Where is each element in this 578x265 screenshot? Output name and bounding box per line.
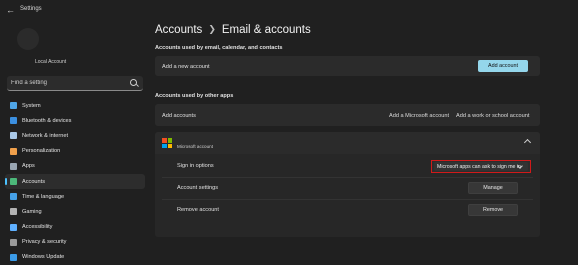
- sidebar-item-bluetooth-devices[interactable]: Bluetooth & devices: [5, 113, 145, 128]
- ms-logo-square: [162, 143, 167, 148]
- sidebar-item-label: Privacy & security: [22, 239, 67, 246]
- search-box[interactable]: [7, 76, 143, 91]
- divider: [162, 177, 533, 178]
- wifi-icon: [10, 132, 17, 140]
- search-icon[interactable]: [130, 79, 137, 86]
- ms-logo-square: [162, 138, 167, 143]
- sidebar: Local Account System Bluetooth & devices N…: [0, 22, 150, 261]
- account-settings-row: Account settings Manage: [155, 179, 540, 197]
- sign-in-options-label: Sign in options: [177, 163, 214, 169]
- sign-in-options-dropdown[interactable]: Microsoft apps can ask to sign me in: [431, 160, 531, 173]
- sidebar-item-label: Gaming: [22, 208, 42, 215]
- sidebar-item-label: Personalization: [22, 148, 61, 155]
- add-microsoft-account-button[interactable]: Add a Microsoft account: [389, 113, 449, 119]
- globe-clock-icon: [10, 193, 17, 201]
- sidebar-item-personalization[interactable]: Personalization: [5, 144, 145, 159]
- add-accounts-label: Add accounts: [162, 113, 196, 119]
- microsoft-account-card: Microsoft account Sign in options Micros…: [155, 132, 540, 237]
- microsoft-logo-icon: [162, 138, 172, 148]
- add-account-button[interactable]: Add account: [478, 60, 528, 72]
- apps-icon: [10, 162, 17, 170]
- chevron-right-icon: ❯: [208, 24, 216, 34]
- back-arrow-icon[interactable]: ←: [6, 5, 15, 15]
- sidebar-item-windows-update[interactable]: Windows Update: [5, 250, 145, 265]
- search-input[interactable]: [11, 79, 121, 87]
- app-title: Settings: [20, 6, 42, 12]
- sidebar-item-network-internet[interactable]: Network & internet: [5, 128, 145, 143]
- add-new-account-label: Add a new account: [162, 64, 210, 70]
- email-section-heading: Accounts used by email, calendar, and co…: [155, 45, 283, 51]
- sidebar-item-time-language[interactable]: Time & language: [5, 189, 145, 204]
- sidebar-item-label: Accessibility: [22, 224, 53, 231]
- ms-logo-square: [167, 138, 172, 143]
- sidebar-nav: System Bluetooth & devices Network & inter…: [5, 98, 145, 265]
- sign-in-options-row: Sign in options Microsoft apps can ask t…: [155, 157, 540, 175]
- ms-logo-square: [167, 143, 172, 148]
- add-work-school-account-button[interactable]: Add a work or school account: [456, 113, 529, 119]
- bluetooth-icon: [10, 117, 17, 125]
- shield-icon: [10, 238, 17, 246]
- breadcrumb-parent[interactable]: Accounts: [155, 24, 202, 36]
- sidebar-item-system[interactable]: System: [5, 98, 145, 113]
- remove-account-label: Remove account: [177, 207, 219, 213]
- other-apps-section-heading: Accounts used by other apps: [155, 93, 234, 99]
- remove-button[interactable]: Remove: [468, 204, 518, 216]
- account-name: Local Account: [35, 59, 67, 65]
- sidebar-item-accessibility[interactable]: Accessibility: [5, 220, 145, 235]
- update-icon: [10, 253, 17, 261]
- add-accounts-card: Add accounts Add a Microsoft account Add…: [155, 104, 540, 126]
- add-new-account-card: Add a new account Add account: [155, 56, 540, 76]
- chevron-up-icon[interactable]: [523, 138, 532, 147]
- divider: [162, 199, 533, 200]
- sidebar-item-label: Bluetooth & devices: [22, 117, 72, 124]
- person-icon: [10, 178, 17, 186]
- sidebar-item-accounts[interactable]: Accounts: [5, 173, 145, 190]
- page-title: Email & accounts: [221, 24, 311, 36]
- monitor-icon: [10, 102, 17, 110]
- remove-account-row: Remove account Remove: [155, 201, 540, 219]
- sidebar-item-label: Time & language: [22, 193, 65, 200]
- sidebar-item-label: Network & internet: [22, 132, 69, 139]
- accessibility-icon: [10, 223, 17, 231]
- avatar[interactable]: [17, 28, 39, 50]
- sidebar-item-label: Windows Update: [22, 254, 65, 261]
- brush-icon: [10, 147, 17, 155]
- microsoft-account-header[interactable]: Microsoft account: [155, 132, 540, 154]
- sidebar-item-gaming[interactable]: Gaming: [5, 204, 145, 219]
- sidebar-item-label: Apps: [22, 163, 35, 170]
- main-content: Accounts ❯ Email & accounts Accounts used …: [155, 22, 545, 250]
- controller-icon: [10, 208, 17, 216]
- sidebar-item-privacy-security[interactable]: Privacy & security: [5, 235, 145, 250]
- microsoft-account-title: Microsoft account: [177, 144, 213, 149]
- sidebar-item-label: Accounts: [22, 178, 46, 185]
- title-bar: ← Settings: [0, 0, 578, 22]
- breadcrumb: Accounts ❯ Email & accounts: [155, 24, 311, 36]
- sidebar-item-label: System: [22, 102, 41, 109]
- account-settings-label: Account settings: [177, 185, 219, 191]
- manage-button[interactable]: Manage: [468, 182, 518, 194]
- sign-in-options-value: Microsoft apps can ask to sign me in: [437, 164, 521, 170]
- sidebar-item-apps[interactable]: Apps: [5, 159, 145, 174]
